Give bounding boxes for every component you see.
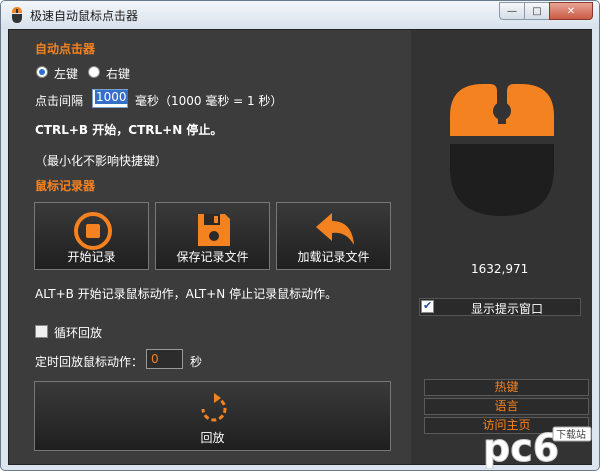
minimize-button[interactable]: — (499, 2, 525, 20)
right-panel: 1632,971 显示提示窗口 热键 语言 访问主页 (411, 30, 592, 464)
app-window: 极速自动鼠标点击器 — □ ✕ 自动点击器 左键 右键 点击间隔 1000 毫秒… (0, 0, 600, 471)
timer-unit: 秒 (190, 355, 203, 369)
clicker-shortcut-text: CTRL+B 开始，CTRL+N 停止。 (35, 123, 223, 137)
auto-clicker-title: 自动点击器 (35, 42, 96, 56)
loop-playback-checkbox[interactable] (35, 325, 48, 338)
floppy-disk-icon (198, 214, 230, 246)
maximize-icon: □ (532, 5, 542, 17)
pc6-watermark-logo: pc6 下载站 (483, 426, 592, 469)
loop-playback-label[interactable]: 循环回放 (54, 324, 102, 341)
recorder-title: 鼠标记录器 (35, 179, 96, 193)
interval-value: 1000 (95, 90, 128, 104)
timer-label: 定时回放鼠标动作： (35, 355, 144, 369)
load-record-label: 加载记录文件 (297, 250, 370, 264)
left-button-label[interactable]: 左键 (54, 65, 78, 82)
close-button[interactable]: ✕ (549, 2, 593, 20)
interval-input[interactable]: 1000 (92, 89, 128, 108)
left-panel: 自动点击器 左键 右键 点击间隔 1000 毫秒（1000 毫秒 = 1 秒） … (9, 30, 410, 464)
timer-input[interactable]: 0 (146, 349, 183, 369)
record-icon (74, 212, 112, 250)
playback-button[interactable]: 回放 (34, 381, 391, 451)
minimize-icon: — (507, 5, 517, 17)
start-record-button[interactable]: 开始记录 (34, 202, 149, 270)
reply-arrow-icon (316, 213, 354, 245)
app-mouse-icon (12, 7, 22, 23)
playback-label: 回放 (200, 431, 225, 445)
language-button[interactable]: 语言 (424, 398, 589, 415)
svg-text:下载站: 下载站 (556, 428, 586, 441)
cursor-coordinates: 1632,971 (471, 262, 529, 276)
interval-label: 点击间隔 (35, 94, 84, 108)
right-button-label[interactable]: 右键 (106, 65, 130, 82)
minimize-note: （最小化不影响快捷键） (35, 154, 168, 168)
left-button-radio[interactable] (36, 66, 48, 78)
show-tip-label[interactable]: 显示提示窗口 (471, 300, 543, 317)
right-button-radio[interactable] (88, 66, 100, 78)
svg-text:pc6: pc6 (483, 426, 559, 469)
close-icon: ✕ (566, 5, 576, 17)
window-title: 极速自动鼠标点击器 (30, 9, 139, 23)
recorder-shortcut-text: ALT+B 开始记录鼠标动作，ALT+N 停止记录鼠标动作。 (35, 287, 338, 301)
save-record-button[interactable]: 保存记录文件 (155, 202, 270, 270)
hotkey-button[interactable]: 热键 (424, 379, 589, 396)
title-bar[interactable]: 极速自动鼠标点击器 — □ ✕ (1, 1, 599, 29)
client-area: 自动点击器 左键 右键 点击间隔 1000 毫秒（1000 毫秒 = 1 秒） … (8, 29, 592, 465)
replay-icon (201, 393, 227, 422)
save-record-label: 保存记录文件 (176, 250, 249, 264)
maximize-button[interactable]: □ (524, 2, 550, 20)
load-record-button[interactable]: 加载记录文件 (276, 202, 391, 270)
show-tip-checkbox[interactable] (421, 299, 434, 313)
mouse-icon (450, 84, 554, 216)
interval-unit: 毫秒（1000 毫秒 = 1 秒） (135, 94, 283, 108)
